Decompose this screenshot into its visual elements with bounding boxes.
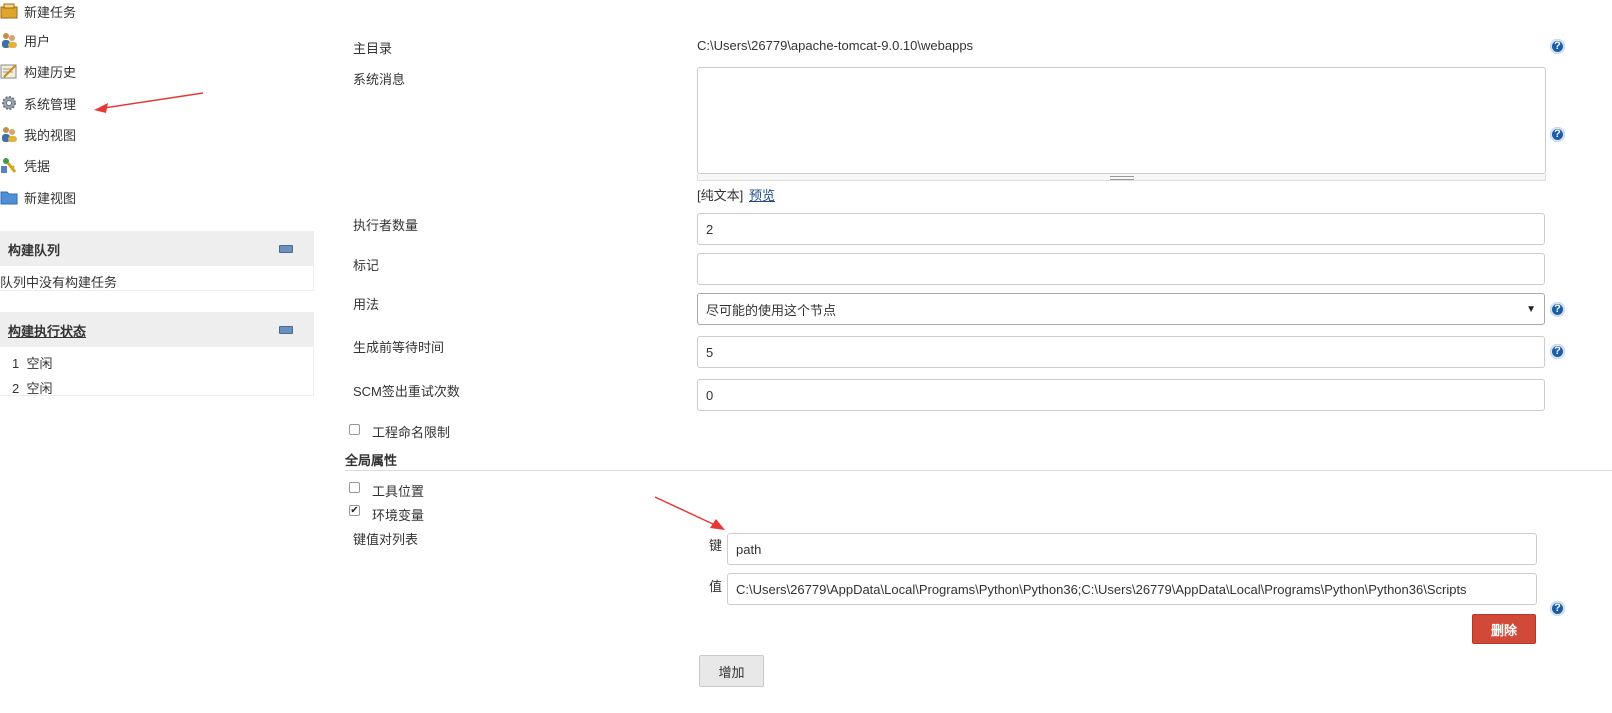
annotation-arrow <box>654 496 725 530</box>
annotation-arrows <box>94 92 725 530</box>
annotation-arrow <box>94 92 204 113</box>
